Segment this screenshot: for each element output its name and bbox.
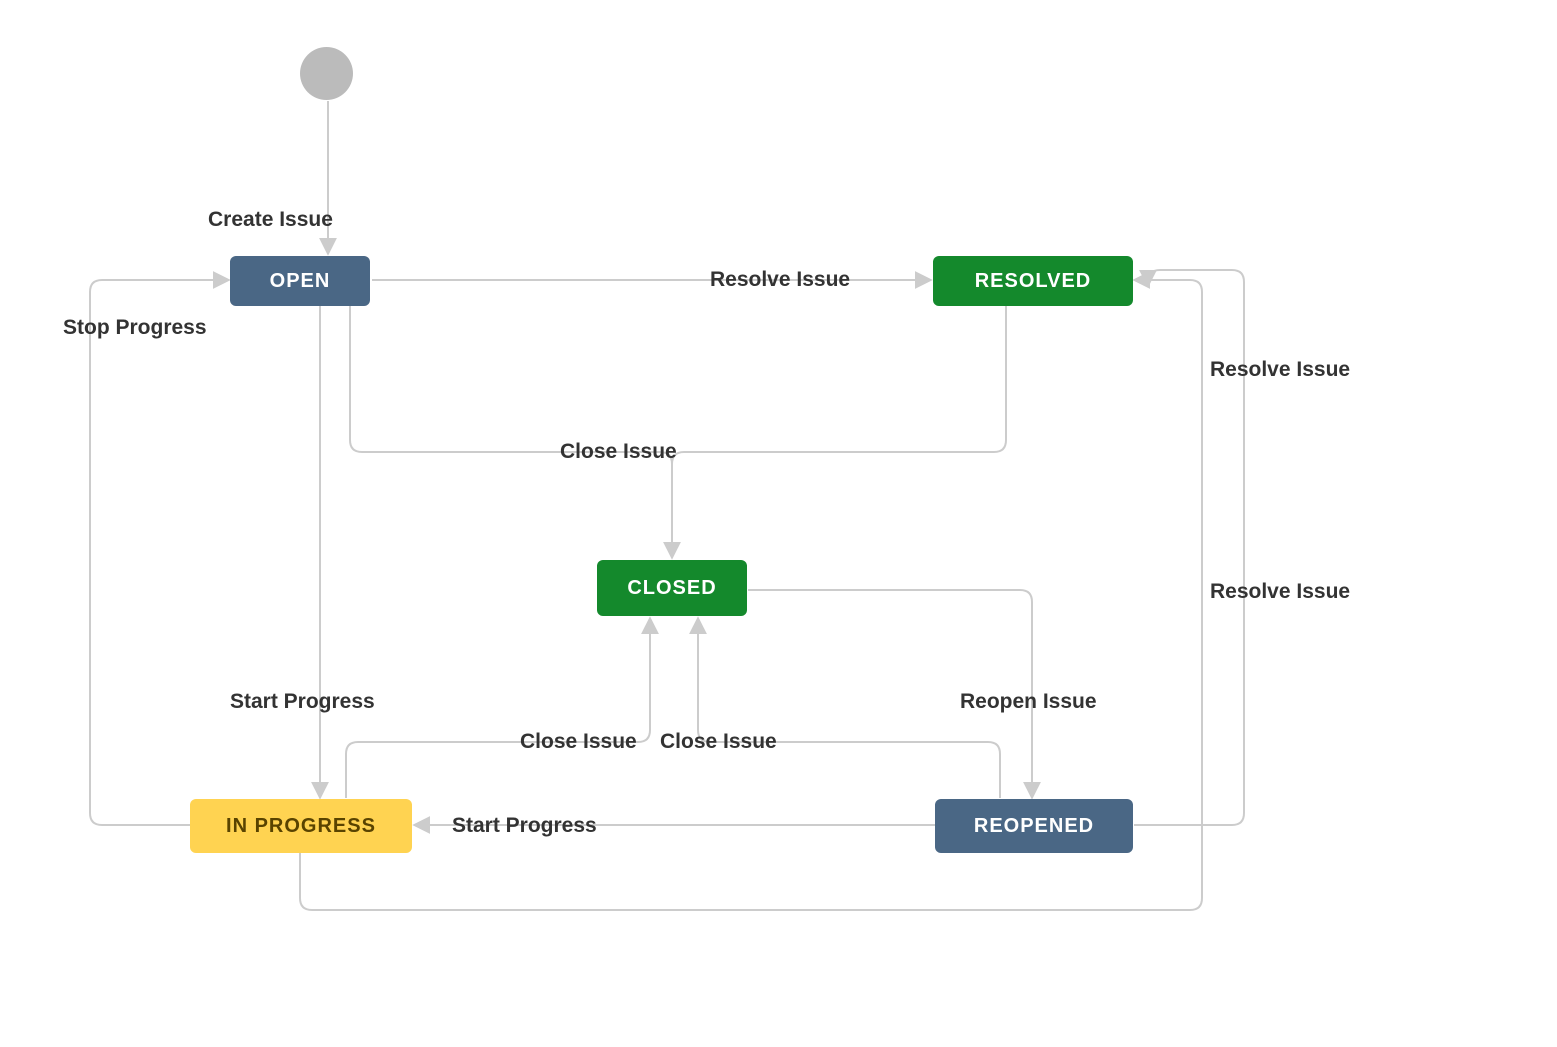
state-reopened-label: REOPENED — [974, 815, 1094, 838]
start-node — [300, 47, 353, 100]
state-closed-label: CLOSED — [627, 577, 716, 600]
state-open: OPEN — [230, 256, 370, 306]
label-stop-progress: Stop Progress — [63, 316, 207, 340]
edges-layer — [0, 0, 1557, 1047]
state-in-progress: IN PROGRESS — [190, 799, 412, 853]
label-close-issue-right: Close Issue — [660, 730, 777, 754]
state-closed: CLOSED — [597, 560, 747, 616]
label-start-progress-mid: Start Progress — [452, 814, 597, 838]
workflow-diagram: OPEN RESOLVED CLOSED IN PROGRESS REOPENE… — [0, 0, 1557, 1047]
label-resolve-issue-right2: Resolve Issue — [1210, 580, 1350, 604]
label-create-issue: Create Issue — [208, 208, 333, 232]
label-resolve-issue-right1: Resolve Issue — [1210, 358, 1350, 382]
state-reopened: REOPENED — [935, 799, 1133, 853]
label-start-progress-left: Start Progress — [230, 690, 375, 714]
state-open-label: OPEN — [270, 270, 331, 293]
label-reopen-issue: Reopen Issue — [960, 690, 1097, 714]
state-resolved-label: RESOLVED — [975, 270, 1092, 293]
label-close-issue-left: Close Issue — [520, 730, 637, 754]
state-in-progress-label: IN PROGRESS — [226, 815, 376, 838]
state-resolved: RESOLVED — [933, 256, 1133, 306]
label-resolve-issue-top: Resolve Issue — [710, 268, 850, 292]
label-close-issue-top: Close Issue — [560, 440, 677, 464]
